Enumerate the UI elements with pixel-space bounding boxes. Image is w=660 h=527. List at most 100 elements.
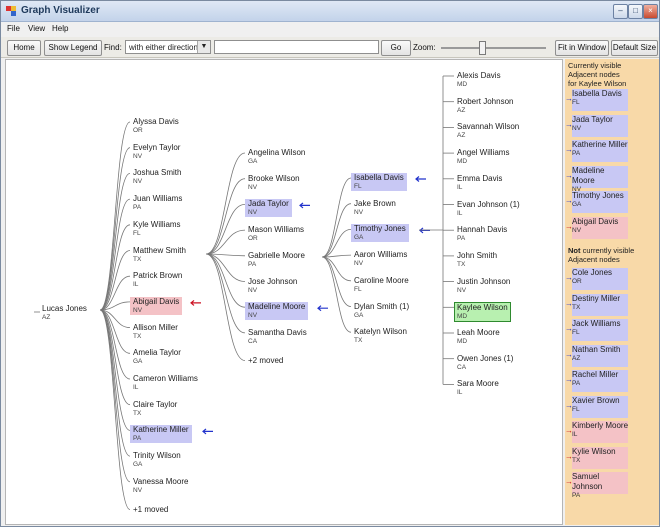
graph-node[interactable]: Samantha Davis CA [248,328,307,346]
adjacent-node-item[interactable]: → Katherine Miller PA [565,140,628,162]
graph-node[interactable]: Emma Davis IL [457,174,502,192]
graph-node[interactable]: Allison Miller TX [133,323,178,341]
adjacent-node-item[interactable]: → Timothy Jones GA [565,191,628,213]
moved-count[interactable]: +1 moved [133,505,168,514]
node-state: PA [133,204,142,212]
home-button[interactable]: Home [7,40,41,56]
menu-file[interactable]: File [7,24,20,33]
moved-count[interactable]: +2 moved [248,356,283,365]
zoom-slider-thumb[interactable] [479,41,486,55]
graph-node[interactable]: Angel Williams MD [457,148,509,166]
graph-node[interactable]: Joshua Smith NV [133,168,181,186]
close-button[interactable]: × [643,4,658,19]
adjacent-node-item[interactable]: → Destiny Miller TX [565,293,628,316]
adjacent-node-item[interactable]: → Nathan Smith AZ [565,344,628,367]
graph-node[interactable]: Jose Johnson NV [248,277,297,295]
graph-node[interactable]: Juan Williams PA [133,194,182,212]
graph-node[interactable]: Madeline Moore NV [245,302,309,321]
show-legend-button[interactable]: Show Legend [44,40,102,56]
node-name: Abigail Davis [572,216,619,226]
graph-node[interactable]: Gabrielle Moore PA [248,251,305,269]
graph-node[interactable]: Mason Williams OR [248,225,304,243]
node-state: NV [133,486,143,494]
graph-node[interactable]: Aaron Williams NV [354,250,407,268]
graph-node[interactable]: Leah Moore MD [457,328,500,346]
graph-edge [205,204,246,255]
adjacent-node-item[interactable]: → Kimberly Moore IL [565,421,628,443]
graph-node[interactable]: Angelina Wilson GA [248,148,305,166]
adjacent-node-item[interactable]: → Jack Williams FL [565,319,628,341]
graph-node[interactable]: Brooke Wilson NV [248,174,300,192]
zoom-slider-track[interactable] [441,47,546,49]
maximize-button[interactable]: □ [628,4,643,19]
graph-node[interactable]: Katherine Miller PA [130,425,192,444]
node-name: Vanessa Moore [133,476,189,486]
adjacent-node-item[interactable]: → Rachel Miller PA [565,370,628,392]
panel-header: Adjacent nodes [568,70,620,79]
graph-node[interactable]: Amelia Taylor GA [133,348,181,366]
graph-node[interactable]: Jake Brown NV [354,199,396,217]
minimize-button[interactable]: – [613,4,628,19]
menu-view[interactable]: View [28,24,45,33]
adjacent-node-item[interactable]: → Samuel Johnson PA [565,472,628,499]
node-state: NV [248,209,258,217]
find-input[interactable] [214,40,379,54]
find-mode-select[interactable]: with either directions ▼ [125,40,211,54]
graph-node[interactable]: Claire Taylor TX [133,400,177,418]
panel-header: Currently visible [568,61,622,70]
graph-node[interactable]: Dylan Smith (1) GA [354,302,409,320]
menu-bar: File View Help [1,22,659,36]
graph-node[interactable]: Alexis Davis MD [457,71,501,89]
graph-edge [321,177,352,258]
graph-node[interactable]: Owen Jones (1) CA [457,354,513,372]
node-name: Sara Moore [457,379,499,389]
node-state: NV [133,306,143,314]
graph-node[interactable]: Caroline Moore FL [354,276,409,294]
adjacent-node-item[interactable]: → Xavier Brown FL [565,395,628,418]
graph-node[interactable]: Hannah Davis PA [457,225,507,243]
node-name: Claire Taylor [133,399,178,409]
fit-in-window-button[interactable]: Fit in Window [555,40,609,56]
graph-node[interactable]: Patrick Brown IL [133,271,182,289]
default-size-button[interactable]: Default Size [611,40,658,56]
adjacent-node-item[interactable]: → Jada Taylor NV [565,114,628,137]
graph-node[interactable]: Lucas Jones AZ [42,304,87,322]
edge-arrow-icon [299,202,310,209]
node-name: Timothy Jones [354,224,406,234]
graph-node[interactable]: Evan Johnson (1) IL [457,200,520,218]
graph-node[interactable]: Matthew Smith TX [133,246,186,264]
node-name: Kyle Williams [133,219,181,229]
graph-node[interactable]: Savannah Wilson AZ [457,122,519,140]
adjacent-node-item[interactable]: → Madeline Moore NV [565,165,628,193]
graph-node[interactable]: Robert Johnson AZ [457,97,513,115]
adjacent-node-item[interactable]: → Abigail Davis NV [565,216,628,239]
title-bar[interactable]: Graph Visualizer – □ × [1,1,659,22]
graph-node[interactable]: Trinity Wilson GA [133,451,181,469]
node-name: Jake Brown [354,198,396,208]
graph-node[interactable]: Katelyn Wilson TX [354,327,407,345]
graph-node[interactable]: John Smith TX [457,251,497,269]
adjacent-node-item[interactable]: → Kylie Wilson TX [565,446,628,469]
graph-node[interactable]: Kyle Williams FL [133,220,181,238]
graph-node[interactable]: Isabella Davis FL [351,173,407,191]
graph-node[interactable]: Abigail Davis NV [130,296,183,315]
graph-node[interactable]: Justin Johnson NV [457,277,510,295]
node-state: TX [133,255,142,263]
graph-node[interactable]: Vanessa Moore NV [133,477,188,495]
graph-node[interactable]: Alyssa Davis OR [133,117,179,135]
graph-node[interactable]: Jada Taylor NV [245,199,292,218]
node-name: Xavier Brown [572,395,620,405]
panel-header-text: currently visible [580,246,635,255]
graph-canvas[interactable]: Lucas Jones AZ Alyssa Davis OR Evelyn Taylor… [5,59,563,525]
adjacent-node-item[interactable]: → Isabella Davis FL [565,89,628,111]
go-button[interactable]: Go [381,40,411,56]
adjacent-node-item[interactable]: → Cole Jones OR [565,268,628,290]
graph-node[interactable]: Evelyn Taylor NV [133,143,180,161]
graph-node[interactable]: Cameron Williams IL [133,374,198,392]
graph-node[interactable]: Timothy Jones GA [351,224,409,243]
chevron-down-icon[interactable]: ▼ [197,41,210,53]
graph-node[interactable]: Kaylee Wilson MD [454,302,511,323]
graph-node[interactable]: Sara Moore IL [457,379,499,397]
menu-help[interactable]: Help [52,24,68,33]
node-name: Jada Taylor [572,114,613,124]
